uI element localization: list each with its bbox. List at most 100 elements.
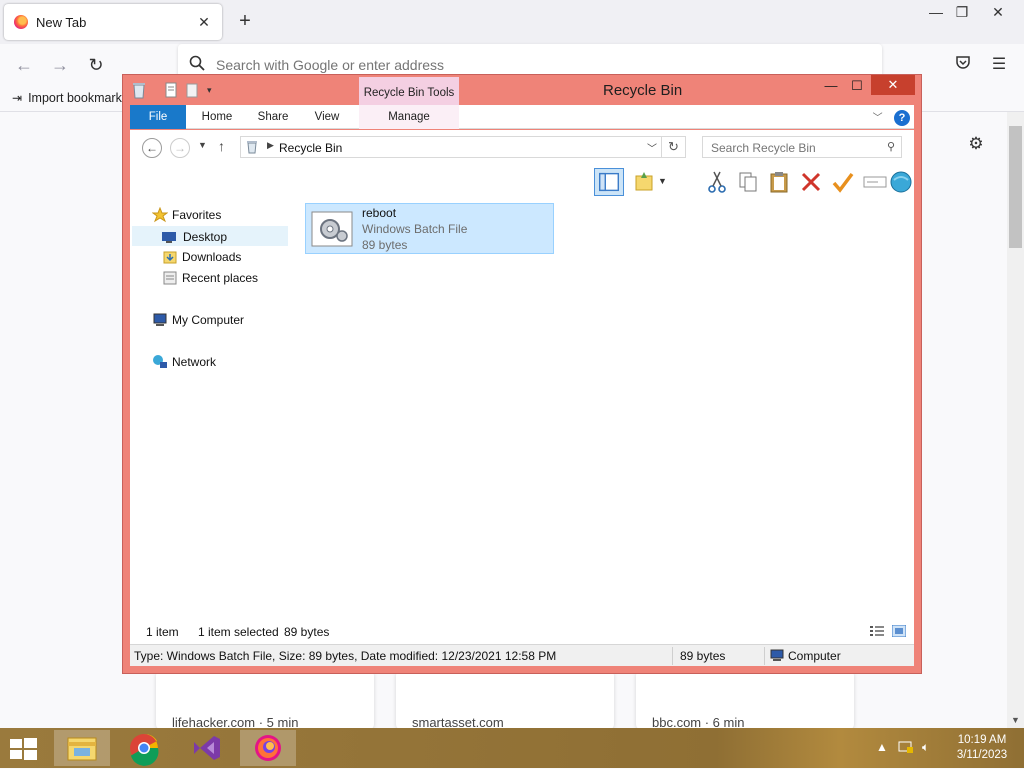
gear-icon[interactable]: ⚙: [966, 134, 986, 154]
copy-icon[interactable]: [733, 168, 763, 196]
address-row: ← → ▼ ↑ ▶ Recycle Bin ﹀ ↻ ⚲: [130, 130, 914, 166]
page-scrollbar[interactable]: ▼: [1007, 112, 1024, 728]
scrollbar-thumb[interactable]: [1009, 126, 1022, 248]
details-location: Computer: [788, 649, 841, 663]
file-name: reboot: [362, 206, 397, 220]
close-window-button[interactable]: ✕: [984, 2, 1012, 22]
story-card[interactable]: smartasset.com: [396, 670, 614, 730]
file-item-reboot[interactable]: reboot Windows Batch File 89 bytes: [305, 203, 554, 254]
browser-tab-new-tab[interactable]: New Tab ✕: [4, 4, 222, 40]
volume-icon[interactable]: 🔈︎: [922, 740, 929, 755]
tab-file[interactable]: File: [130, 105, 186, 129]
system-clock[interactable]: 10:19 AM 3/11/2023: [948, 733, 1016, 763]
back-icon[interactable]: ←: [142, 138, 162, 158]
clock-time: 10:19 AM: [957, 734, 1007, 746]
breadcrumb[interactable]: Recycle Bin: [279, 141, 342, 155]
explorer-title-bar[interactable]: ▾ Recycle Bin Tools Recycle Bin — ☐ ✕: [123, 75, 921, 107]
tab-view[interactable]: View: [304, 105, 350, 129]
divider: [764, 647, 765, 665]
command-toolbar: ▼: [130, 166, 914, 200]
minimize-icon[interactable]: —: [819, 77, 843, 97]
restore-window-button[interactable]: ❐: [948, 2, 976, 22]
file-details-text: Type: Windows Batch File, Size: 89 bytes…: [134, 649, 557, 663]
tab-title: New Tab: [36, 15, 87, 30]
story-card[interactable]: lifehacker.com · 5 min: [156, 670, 374, 730]
refresh-icon[interactable]: ↻: [662, 136, 686, 158]
network-icon: [153, 355, 167, 368]
close-tab-icon[interactable]: ✕: [194, 12, 214, 32]
recycle-bin-icon: [247, 141, 257, 154]
firefox-icon: [14, 15, 28, 29]
properties-icon[interactable]: [163, 81, 179, 99]
minimize-window-button[interactable]: —: [922, 2, 950, 22]
help-icon[interactable]: ?: [894, 110, 910, 126]
nav-recent-places[interactable]: Recent places: [163, 268, 292, 288]
story-card[interactable]: bbc.com · 6 min: [636, 670, 854, 730]
import-bookmarks-link[interactable]: ⇥ Import bookmarks...: [12, 91, 139, 105]
nav-desktop[interactable]: Desktop: [132, 226, 288, 246]
dropdown-arrow-icon[interactable]: ▼: [658, 176, 667, 186]
new-folder-icon[interactable]: [185, 81, 201, 99]
tab-manage[interactable]: Manage: [359, 105, 459, 129]
pocket-icon[interactable]: [952, 54, 974, 76]
visual-studio-icon: [194, 736, 220, 760]
up-arrow-icon[interactable]: ↑: [218, 138, 225, 154]
cut-icon[interactable]: [702, 168, 732, 196]
scroll-down-arrow-icon[interactable]: ▼: [1007, 712, 1024, 728]
computer-icon: [153, 313, 167, 326]
window-title: Recycle Bin: [603, 82, 683, 99]
file-type: Windows Batch File: [362, 222, 468, 236]
forward-arrow-icon[interactable]: →: [48, 53, 72, 77]
checkmark-icon[interactable]: [828, 168, 858, 196]
nav-downloads-label: Downloads: [182, 250, 242, 264]
address-bar[interactable]: ▶ Recycle Bin ﹀: [240, 136, 662, 158]
hamburger-menu-icon[interactable]: ☰: [988, 54, 1010, 76]
recent-places-icon: [163, 271, 177, 285]
large-icons-view-icon[interactable]: [892, 625, 906, 637]
details-view-icon[interactable]: [870, 625, 884, 637]
nav-favorites[interactable]: Favorites: [152, 205, 282, 225]
network-globe-icon[interactable]: [886, 168, 916, 196]
delete-icon[interactable]: [796, 168, 826, 196]
search-input[interactable]: [709, 140, 879, 155]
taskbar-firefox[interactable]: [240, 730, 296, 766]
recent-locations-icon[interactable]: ▼: [198, 140, 207, 150]
import-icon: ⇥: [12, 91, 23, 105]
chevron-right-icon[interactable]: ▶: [267, 140, 274, 151]
select-folder-icon[interactable]: [630, 168, 660, 196]
file-size: 89 bytes: [362, 238, 408, 252]
maximize-icon[interactable]: ☐: [845, 77, 869, 97]
recycle-bin-icon: [133, 83, 145, 99]
selection-size: 89 bytes: [284, 625, 330, 639]
nav-network[interactable]: Network: [153, 352, 282, 372]
nav-downloads[interactable]: Downloads: [163, 247, 292, 267]
paste-icon[interactable]: [764, 168, 794, 196]
recycle-bin-tools-tab[interactable]: Recycle Bin Tools: [359, 77, 459, 107]
taskbar-visual-studio[interactable]: [178, 730, 234, 766]
clock-date: 3/11/2023: [956, 749, 1008, 761]
customize-qat-icon[interactable]: ▾: [207, 81, 223, 99]
network-tray-icon[interactable]: [898, 740, 914, 757]
expand-ribbon-icon[interactable]: ﹀: [873, 113, 883, 124]
taskbar-file-explorer[interactable]: [54, 730, 110, 766]
windows-start-icon[interactable]: [8, 736, 38, 762]
close-icon[interactable]: ✕: [871, 75, 915, 95]
show-hidden-icons[interactable]: ▲: [876, 740, 888, 754]
details-size: 89 bytes: [680, 649, 726, 663]
new-tab-button[interactable]: +: [234, 10, 256, 32]
search-box[interactable]: ⚲: [702, 136, 902, 158]
downloads-folder-icon: [163, 251, 177, 264]
ribbon-tabs: File Home Share View Manage ﹀ ?: [130, 105, 914, 129]
back-arrow-icon[interactable]: ←: [12, 53, 36, 77]
reload-icon[interactable]: ↻: [84, 53, 108, 77]
tab-share[interactable]: Share: [248, 105, 298, 129]
explorer-content: Favorites Desktop Downloads Recent place…: [130, 200, 914, 620]
preview-pane-icon[interactable]: [594, 168, 624, 196]
tab-home[interactable]: Home: [192, 105, 242, 129]
batch-file-gear-icon: [311, 211, 353, 247]
nav-my-computer[interactable]: My Computer: [153, 310, 282, 330]
address-input[interactable]: [214, 54, 854, 76]
taskbar-chrome[interactable]: [116, 730, 172, 766]
forward-icon[interactable]: →: [170, 138, 190, 158]
chevron-down-icon[interactable]: ﹀: [647, 140, 657, 155]
